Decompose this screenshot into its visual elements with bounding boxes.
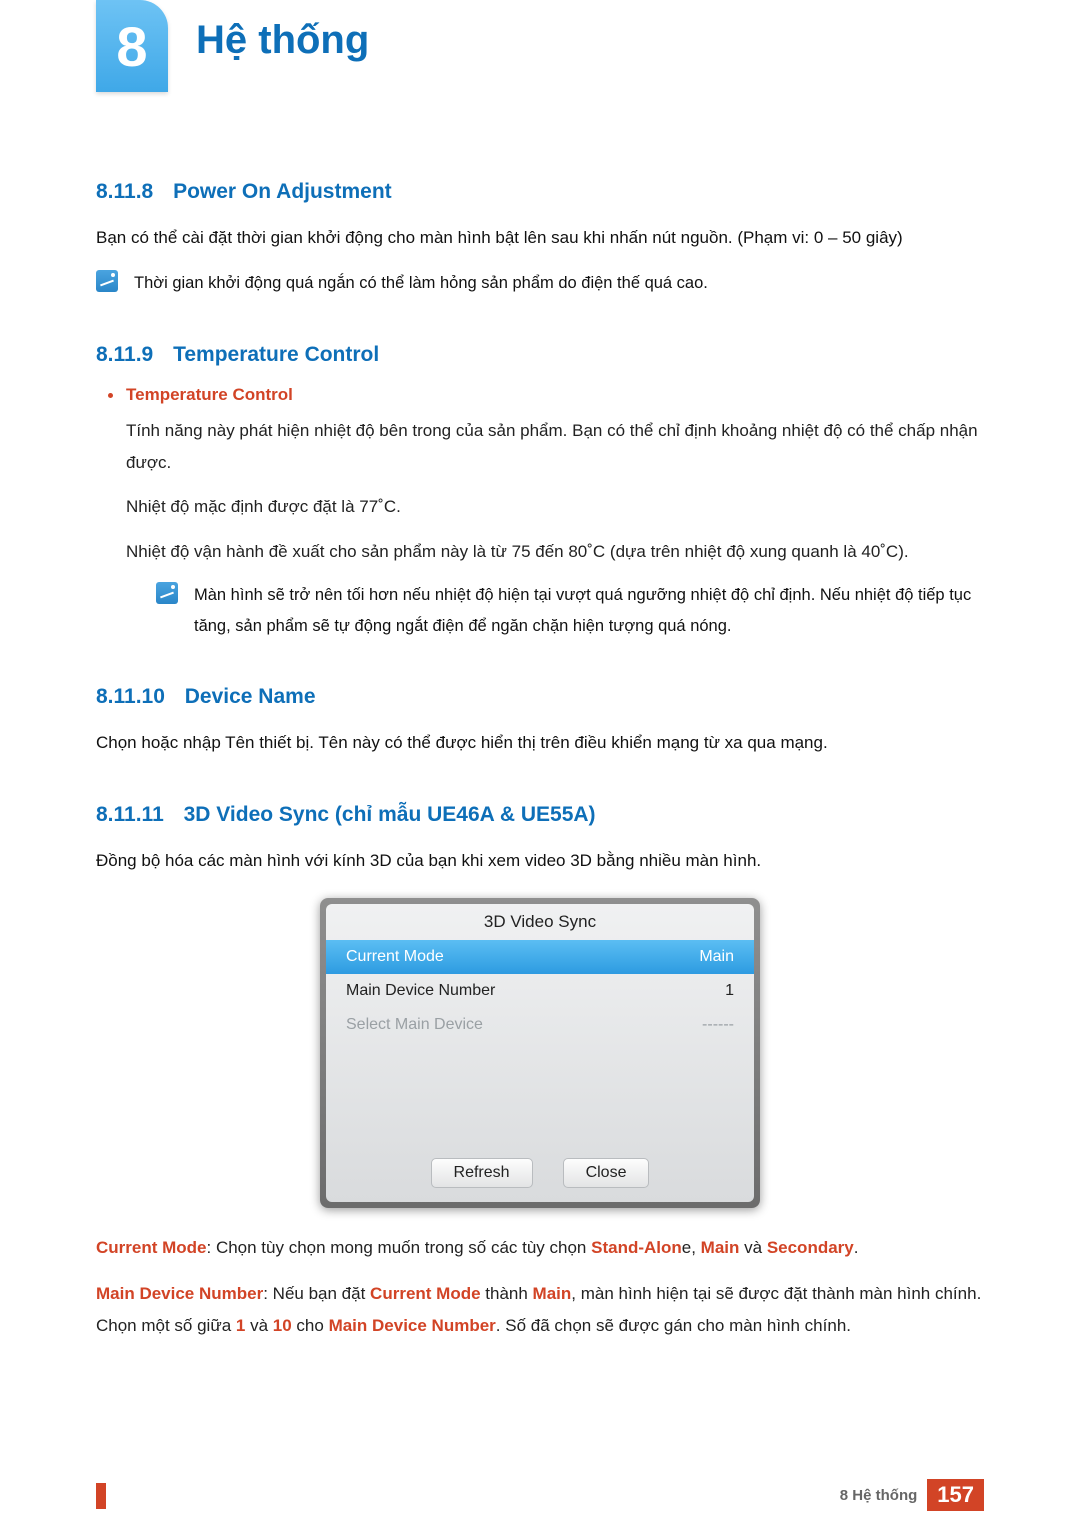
paragraph: Tính năng này phát hiện nhiệt độ bên tro… (126, 415, 984, 480)
section-title: Temperature Control (173, 343, 379, 366)
dialog-row-value: Main (699, 948, 734, 966)
page-footer: 8 Hệ thống 157 (0, 1475, 1080, 1527)
note-icon (156, 582, 178, 604)
section-number: 8.11.9 (96, 343, 153, 366)
close-button[interactable]: Close (563, 1158, 650, 1188)
footer-section-label: 8 Hệ thống (840, 1487, 918, 1504)
section-number: 8.11.11 (96, 803, 164, 826)
dialog-row-label: Current Mode (346, 948, 444, 966)
section-number: 8.11.8 (96, 180, 153, 203)
paragraph: Nhiệt độ mặc định được đặt là 77˚C. (126, 491, 984, 523)
dialog-row-select-main-device: Select Main Device ------ (326, 1008, 754, 1042)
description-current-mode: Current Mode: Chọn tùy chọn mong muốn tr… (96, 1232, 984, 1264)
refresh-button[interactable]: Refresh (431, 1158, 533, 1188)
opt-secondary: Secondary (767, 1238, 854, 1257)
section-title: 3D Video Sync (chỉ mẫu UE46A & UE55A) (184, 803, 596, 826)
dialog-3d-video-sync: 3D Video Sync Current Mode Main Main Dev… (320, 898, 760, 1208)
dialog-title: 3D Video Sync (326, 904, 754, 940)
dialog-row-current-mode[interactable]: Current Mode Main (326, 940, 754, 974)
section-title: Power On Adjustment (173, 180, 392, 203)
chapter-number: 8 (116, 14, 147, 79)
section-title: Device Name (185, 685, 316, 708)
dialog-row-label: Main Device Number (346, 982, 495, 1000)
dialog-screenshot-wrap: 3D Video Sync Current Mode Main Main Dev… (96, 898, 984, 1208)
paragraph: Đồng bộ hóa các màn hình với kính 3D của… (96, 845, 984, 877)
section-number: 8.11.10 (96, 685, 165, 708)
page-number: 157 (927, 1479, 984, 1511)
description-main-device-number: Main Device Number: Nếu bạn đặt Current … (96, 1278, 984, 1343)
dialog-row-label: Select Main Device (346, 1016, 483, 1034)
paragraph: Nhiệt độ vận hành đề xuất cho sản phẩm n… (126, 536, 984, 568)
chapter-number-tab: 8 (96, 0, 168, 92)
opt-stand-alone: Stand-Alon (591, 1238, 682, 1257)
note-text: Thời gian khởi động quá ngắn có thể làm … (134, 268, 708, 299)
dialog-row-value: ------ (702, 1016, 734, 1034)
section-heading-device-name: 8.11.10 Device Name (96, 685, 984, 709)
opt-main: Main (701, 1238, 740, 1257)
chapter-title: Hệ thống (196, 18, 369, 63)
section-heading-3d-video-sync: 8.11.11 3D Video Sync (chỉ mẫu UE46A & U… (96, 803, 984, 827)
dialog-footer: Refresh Close (326, 1152, 754, 1202)
footer-accent-bar (96, 1483, 106, 1509)
paragraph: Chọn hoặc nhập Tên thiết bị. Tên này có … (96, 727, 984, 759)
term-main-device-number: Main Device Number (96, 1284, 263, 1303)
note-text: Màn hình sẽ trở nên tối hơn nếu nhiệt độ… (194, 580, 984, 641)
bullet-block: Temperature Control Tính năng này phát h… (96, 385, 984, 641)
section-heading-temperature: 8.11.9 Temperature Control (96, 343, 984, 367)
section-heading-power-on: 8.11.8 Power On Adjustment (96, 180, 984, 204)
dialog-row-value: 1 (725, 982, 734, 1000)
term-current-mode: Current Mode (96, 1238, 207, 1257)
footer-right: 8 Hệ thống 157 (840, 1479, 984, 1511)
note-icon (96, 270, 118, 292)
note: Thời gian khởi động quá ngắn có thể làm … (96, 268, 984, 299)
note: Màn hình sẽ trở nên tối hơn nếu nhiệt độ… (126, 580, 984, 641)
dialog-row-main-device-number[interactable]: Main Device Number 1 (326, 974, 754, 1008)
dialog-spacer (326, 1042, 754, 1152)
bullet-title: Temperature Control (126, 385, 984, 405)
paragraph: Bạn có thể cài đặt thời gian khởi động c… (96, 222, 984, 254)
chapter-header: 8 Hệ thống (96, 0, 984, 100)
